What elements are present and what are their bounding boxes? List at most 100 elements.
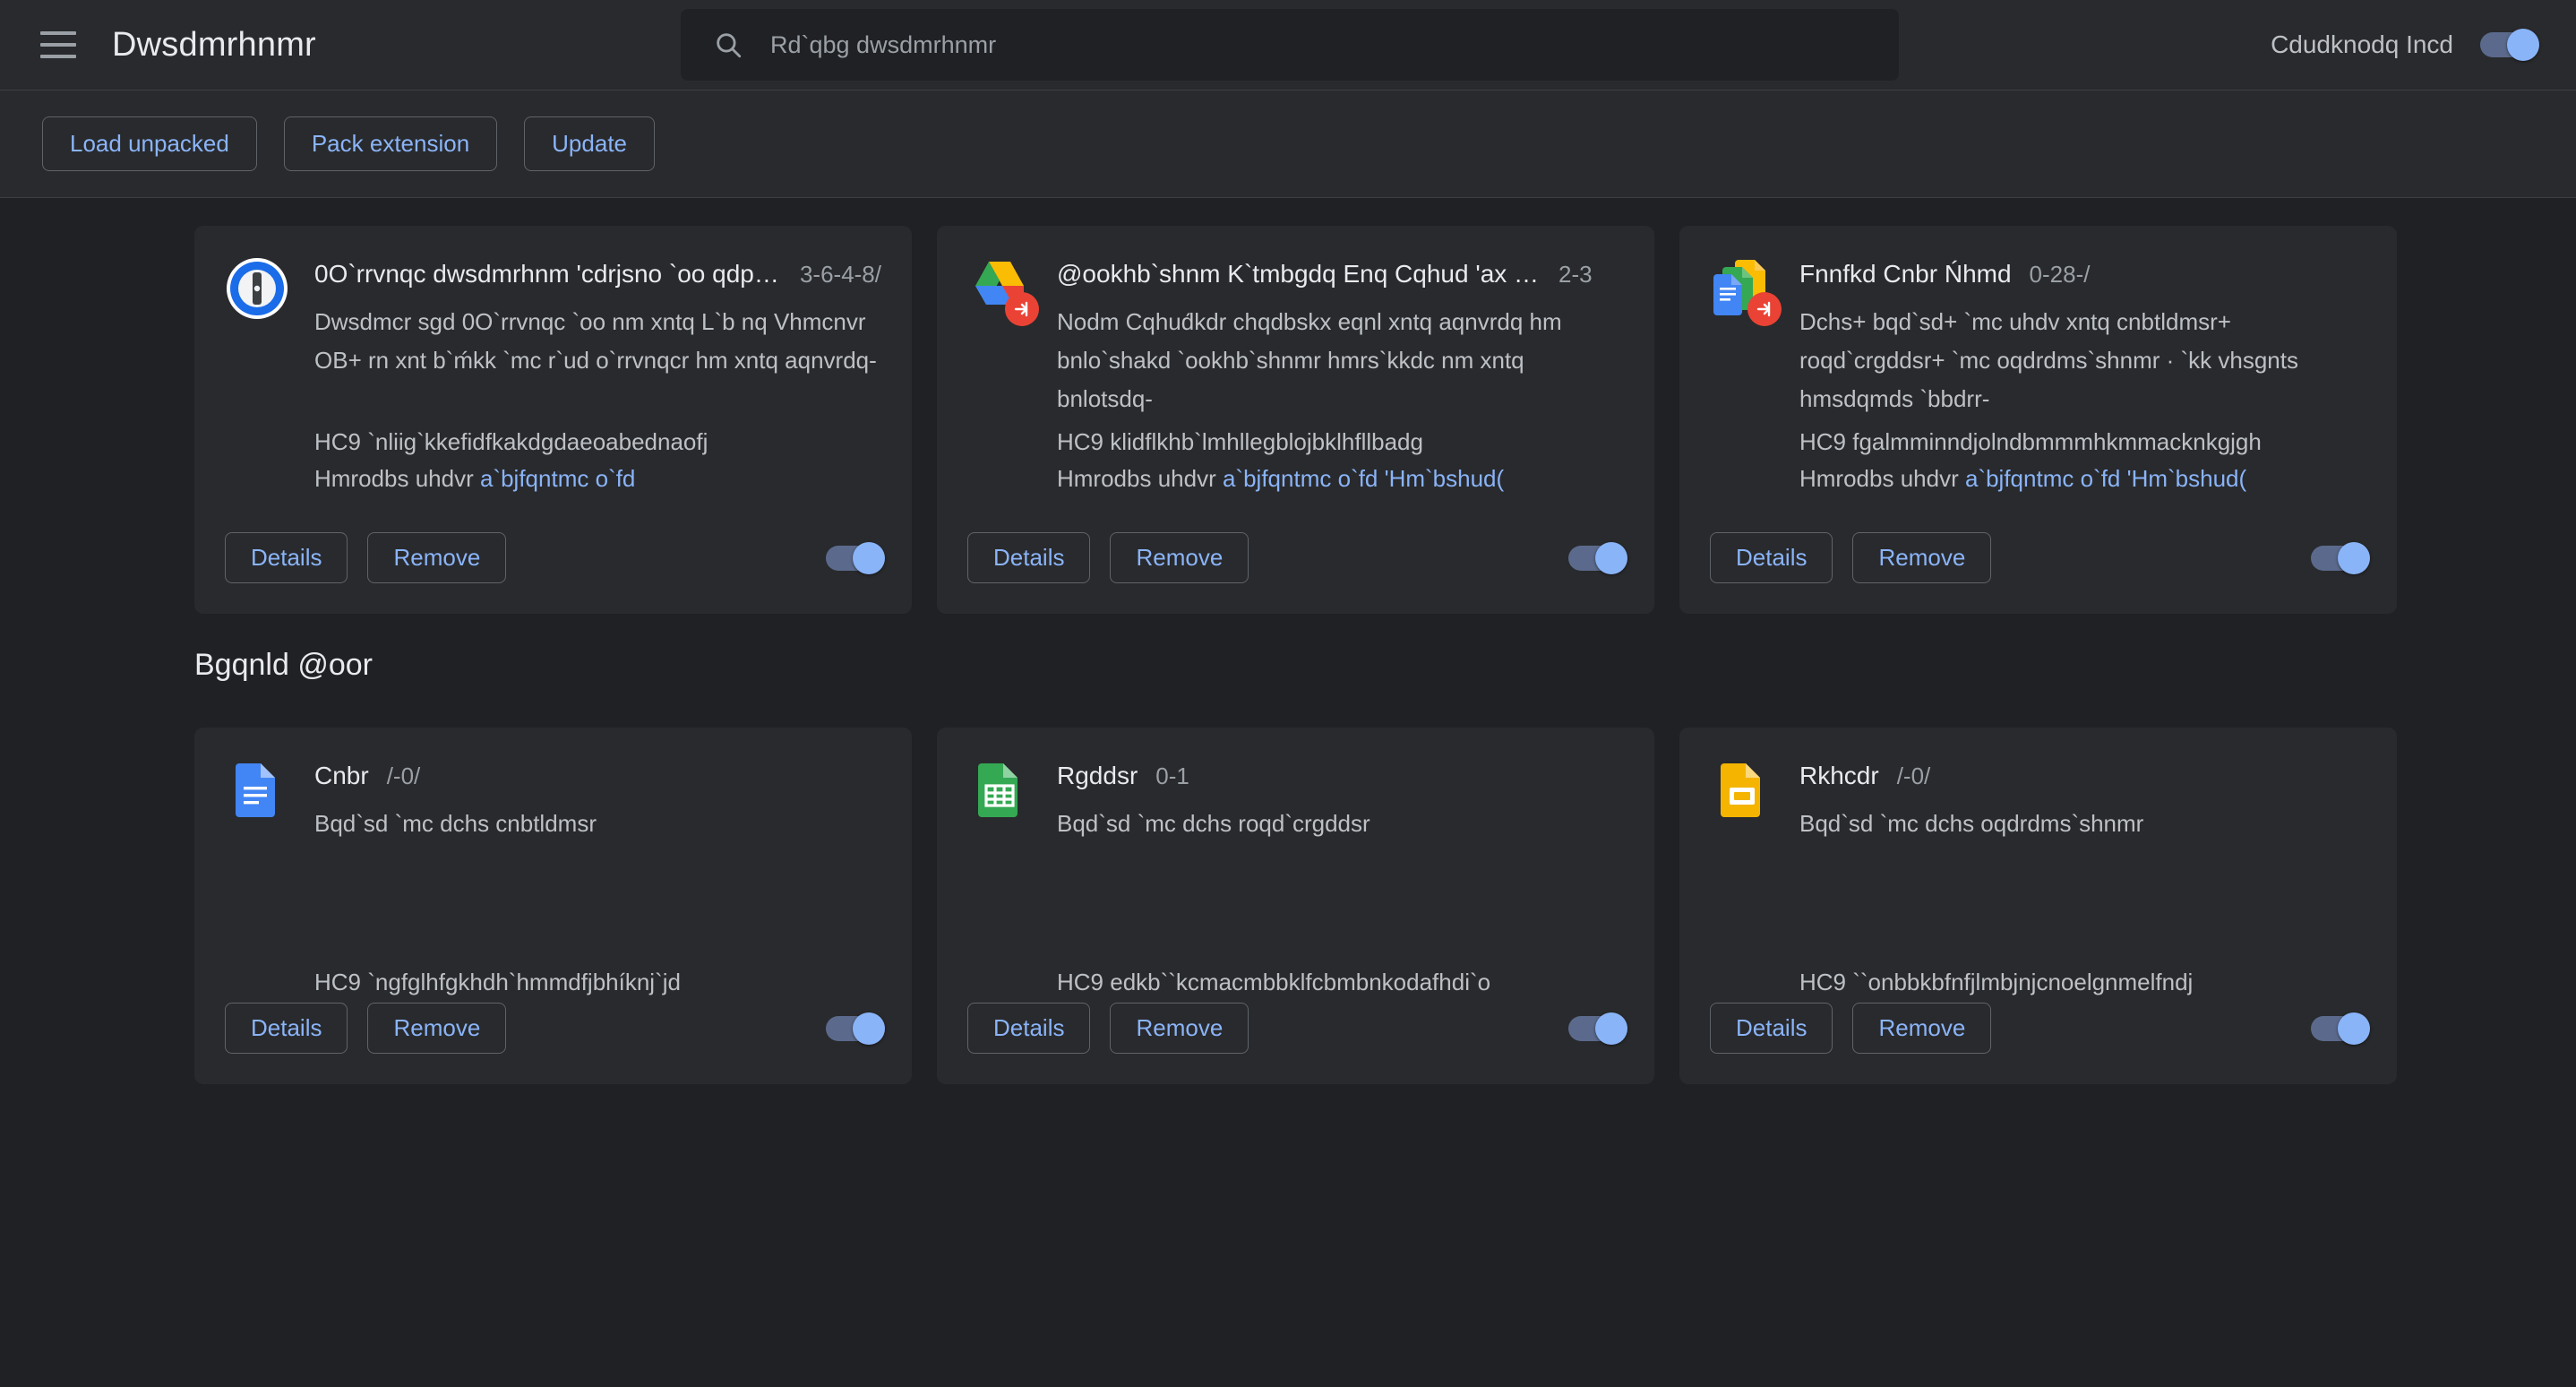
developer-mode-label: Cdudknodq Incd — [2271, 30, 2453, 58]
extension-enabled-toggle[interactable] — [1568, 541, 1627, 574]
extension-description: Nodm Cqhud́kdr chqdbskx eqnl xntq aqnvrd… — [1057, 308, 1562, 412]
card-meta: HC9 klidflkhb`lmhllegblojbklhfllbadg Hmro… — [1057, 424, 1624, 497]
extension-enabled-toggle[interactable] — [1568, 1012, 1627, 1045]
details-button[interactable]: Details — [1710, 532, 1833, 583]
remove-button[interactable]: Remove — [367, 532, 507, 583]
card-actions: Details Remove — [225, 1003, 885, 1054]
card-meta: HC9 `ngfglhfgkhdh`hmmdfjbhíknj`jd — [314, 964, 881, 1001]
toggle-knob — [853, 1012, 885, 1045]
card-header: Rkhcdr /-0/Bqd`sd `mc dchs oqdrdms`shnmr — [1710, 758, 2366, 843]
extension-name: Cnbr — [314, 762, 369, 789]
toggle-knob — [2507, 29, 2539, 61]
hamburger-line — [40, 55, 76, 58]
extension-id: HC9 edkb``kcmacmbbklfcbmbnkodafhdi`o — [1057, 969, 1491, 995]
extension-card: 0O`rrvnqc dwsdmrhnm 'cdrjsno `oo qdpthqd… — [194, 226, 912, 614]
card-header: 0O`rrvnqc dwsdmrhnm 'cdrjsno `oo qdpthqd… — [225, 256, 881, 380]
extension-version: 2-3 — [1558, 261, 1593, 288]
search-input[interactable] — [770, 30, 1899, 59]
extension-name: Rgddsr — [1057, 762, 1138, 789]
google-sheets-icon — [967, 758, 1032, 823]
card-actions: Details Remove — [967, 532, 1627, 583]
card-title-row: Rkhcdr /-0/ — [1799, 762, 2366, 790]
extension-id: HC9 fgalmminndjolndbmmmhkmmacknkgjgh — [1799, 428, 2262, 455]
inspect-views-link[interactable]: a`bjfqntmc o`fd — [1223, 465, 1378, 492]
extension-description: Dchs+ bqd`sd+ `mc uhdv xntq cnbtldmsr+ r… — [1799, 308, 2298, 412]
extension-version: 0-1 — [1155, 762, 1189, 789]
update-button[interactable]: Update — [524, 116, 655, 171]
extension-card-grid: 0O`rrvnqc dwsdmrhnm 'cdrjsno `oo qdpthqd… — [0, 199, 2576, 614]
google-drive-icon — [967, 256, 1039, 326]
remove-button[interactable]: Remove — [1852, 1003, 1992, 1054]
card-actions: Details Remove — [1710, 532, 2370, 583]
extension-description: Bqd`sd `mc dchs oqdrdms`shnmr — [1799, 810, 2144, 837]
extension-description: Dwsdmcr sgd 0O`rrvnqc `oo nm xntq L`b nq… — [314, 308, 877, 374]
search-bar[interactable] — [681, 9, 1899, 81]
load-unpacked-button[interactable]: Load unpacked — [42, 116, 257, 171]
extension-description: Bqd`sd `mc dchs roqd`crgddsr — [1057, 810, 1370, 837]
card-title-row: Fnnfkd Cnbr Ńhmd 0-28-/ — [1799, 260, 2366, 289]
card-title-row: @ookhb`shnm K`tmbgdq Enq Cqhud 'ax Fnnfk… — [1057, 260, 1624, 289]
remove-button[interactable]: Remove — [1110, 1003, 1249, 1054]
card-title-row: Cnbr /-0/ — [314, 762, 881, 790]
google-slides-icon — [1710, 758, 1774, 823]
details-button[interactable]: Details — [967, 532, 1091, 583]
details-button[interactable]: Details — [225, 1003, 348, 1054]
card-title-row: 0O`rrvnqc dwsdmrhnm 'cdrjsno `oo qdpthqd… — [314, 260, 881, 289]
developer-mode-toggle[interactable] — [2480, 29, 2539, 61]
card-header: @ookhb`shnm K`tmbgdq Enq Cqhud 'ax Fnnfk… — [967, 256, 1624, 418]
card-actions: Details Remove — [967, 1003, 1627, 1054]
card-actions: Details Remove — [1710, 1003, 2370, 1054]
toggle-knob — [2338, 541, 2370, 574]
details-button[interactable]: Details — [225, 532, 348, 583]
extension-enabled-toggle[interactable] — [826, 1012, 885, 1045]
extension-card: @ookhb`shnm K`tmbgdq Enq Cqhud 'ax Fnnfk… — [937, 226, 1654, 614]
toggle-knob — [2338, 1012, 2370, 1045]
inspect-views-link[interactable]: a`bjfqntmc o`fd — [1965, 465, 2120, 492]
google-docs-suite-icon — [1710, 256, 1782, 326]
card-meta: HC9 `nliig`kkefidfkakdgdaeoabednaofj Hmro… — [314, 424, 881, 497]
pack-extension-button[interactable]: Pack extension — [283, 116, 498, 171]
extension-version: 3-6-4-8/ — [799, 261, 881, 288]
card-meta: HC9 ``onbbkbfnfjlmbjnjcnoelgnmelfndj — [1799, 964, 2366, 1001]
install-arrow-badge-icon — [1005, 292, 1039, 326]
extension-card: Rgddsr 0-1 Bqd`sd `mc dchs roqd`crgddsr HC9… — [937, 728, 1654, 1084]
extension-name: @ookhb`shnm K`tmbgdq Enq Cqhud 'ax Fnnfk… — [1057, 260, 1541, 288]
card-meta: HC9 edkb``kcmacmbbklfcbmbnkodafhdi`o — [1057, 964, 1624, 1001]
extension-name: Rkhcdr — [1799, 762, 1879, 789]
inspect-views-state[interactable]: 'Hm`bshud( — [1385, 465, 1505, 492]
extension-enabled-toggle[interactable] — [2311, 1012, 2370, 1045]
inspect-views-row: Hmrodbs uhdvr a`bjfqntmc o`fd 'Hm`bshud( — [1057, 461, 1624, 497]
section-title: Bgqnld @oor — [194, 648, 373, 682]
remove-button[interactable]: Remove — [1852, 532, 1992, 583]
inspect-views-link[interactable]: a`bjfqntmc o`fd — [480, 465, 635, 492]
extension-name: 0O`rrvnqc dwsdmrhnm 'cdrjsno `oo qdpthqd… — [314, 260, 782, 288]
extension-card: Fnnfkd Cnbr Ńhmd 0-28-/ Dchs+ bqd`sd+ `mc… — [1679, 226, 2397, 614]
remove-button[interactable]: Remove — [367, 1003, 507, 1054]
inspect-views-row: Hmrodbs uhdvr a`bjfqntmc o`fd — [314, 461, 881, 497]
google-docs-icon — [225, 758, 289, 823]
remove-button[interactable]: Remove — [1110, 532, 1249, 583]
hamburger-menu-icon[interactable] — [40, 31, 76, 58]
developer-mode-control: Cdudknodq Incd — [2271, 0, 2539, 90]
inspect-views-label: Hmrodbs uhdvr — [314, 465, 474, 492]
inspect-views-state[interactable]: 'Hm`bshud( — [2127, 465, 2247, 492]
onepassword-icon — [225, 256, 289, 321]
card-actions: Details Remove — [225, 532, 885, 583]
details-button[interactable]: Details — [967, 1003, 1091, 1054]
extension-enabled-toggle[interactable] — [826, 541, 885, 574]
card-body: 0O`rrvnqc dwsdmrhnm 'cdrjsno `oo qdpthqd… — [314, 256, 881, 380]
extension-card-grid: Cnbr /-0/Bqd`sd `mc dchs cnbtldmsr HC9 `ng… — [0, 701, 2576, 1084]
extension-enabled-toggle[interactable] — [2311, 541, 2370, 574]
extension-id: HC9 `nliig`kkefidfkakdgdaeoabednaofj — [314, 428, 708, 455]
extension-id: HC9 `ngfglhfgkhdh`hmmdfjbhíknj`jd — [314, 969, 681, 995]
hamburger-line — [40, 31, 76, 35]
card-body: Cnbr /-0/Bqd`sd `mc dchs cnbtldmsr — [314, 758, 881, 843]
extension-card: Rkhcdr /-0/Bqd`sd `mc dchs oqdrdms`shnmr H… — [1679, 728, 2397, 1084]
top-app-bar: Dwsdmrhnmr Cdudknodq Incd — [0, 0, 2576, 90]
card-header: Cnbr /-0/Bqd`sd `mc dchs cnbtldmsr — [225, 758, 881, 843]
card-title-row: Rgddsr 0-1 — [1057, 762, 1624, 790]
card-body: Fnnfkd Cnbr Ńhmd 0-28-/ Dchs+ bqd`sd+ `mc… — [1799, 256, 2366, 418]
card-body: Rgddsr 0-1 Bqd`sd `mc dchs roqd`crgddsr — [1057, 758, 1624, 843]
details-button[interactable]: Details — [1710, 1003, 1833, 1054]
extension-id: HC9 ``onbbkbfnfjlmbjnjcnoelgnmelfndj — [1799, 969, 2194, 995]
